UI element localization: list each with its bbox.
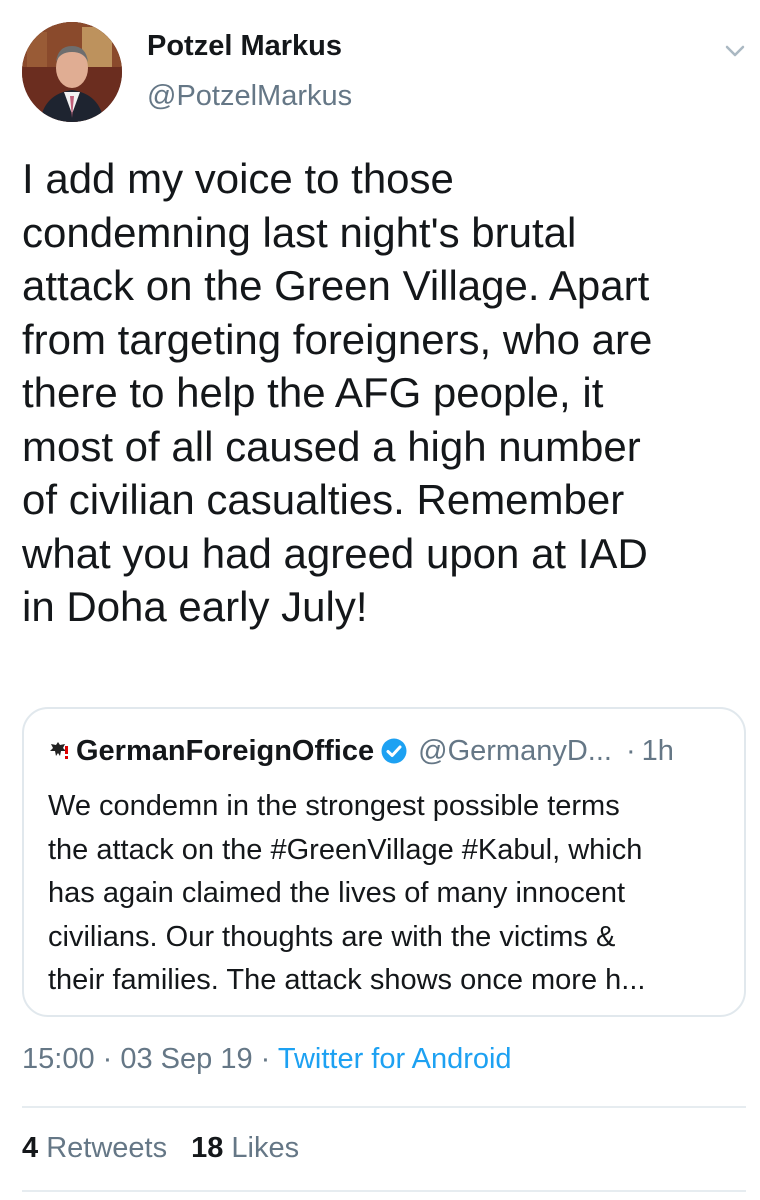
- quoted-text-line: their families. The attack shows once mo…: [48, 964, 646, 996]
- divider: [22, 1190, 746, 1192]
- tweet-meta: 15:00 · 03 Sep 19 · Twitter for Android: [22, 1043, 512, 1076]
- retweets-stat[interactable]: 4 Retweets: [22, 1132, 167, 1164]
- eagle-icon: [50, 742, 68, 759]
- retweets-count: 4: [22, 1132, 39, 1164]
- quoted-text-line: civilians. Our thoughts are with the vic…: [48, 920, 616, 953]
- tweet-text-line: most of all caused a high number: [22, 422, 641, 470]
- likes-count: 18: [191, 1132, 224, 1164]
- quoted-user-name[interactable]: GermanForeignOffice: [76, 735, 374, 768]
- tweet-stats: 4 Retweets 18 Likes: [22, 1132, 299, 1165]
- retweets-label: Retweets: [46, 1132, 168, 1164]
- tweet-text-line: what you had agreed upon at IAD: [22, 529, 648, 577]
- tweet-source-link[interactable]: Twitter for Android: [278, 1043, 512, 1075]
- quoted-user-handle[interactable]: @GermanyD...: [418, 735, 612, 768]
- tweet-text-line: attack on the Green Village. Apart: [22, 262, 650, 309]
- tweet-text-line: from targeting foreigners, who are: [22, 315, 653, 363]
- tweet-text-line: condemning last night's brutal: [22, 208, 577, 256]
- quoted-tweet-time: 1h: [641, 734, 674, 767]
- meta-separator: ·: [94, 1043, 121, 1075]
- divider: [22, 1106, 746, 1108]
- tweet-card: Potzel Markus @PotzelMarkus I add my voi…: [0, 0, 760, 1200]
- quoted-tweet-text: We condemn in the strongest possible ter…: [48, 785, 728, 1003]
- quoted-text-line: has again claimed the lives of many inno…: [48, 877, 626, 909]
- tweet-text-line: in Doha early July!: [22, 583, 368, 630]
- tweet-text-line: I add my voice to those: [22, 155, 454, 202]
- likes-stat[interactable]: 18 Likes: [191, 1132, 299, 1164]
- verified-badge-icon: [381, 738, 407, 764]
- separator-dot: ·: [625, 734, 636, 767]
- tweet-text: I add my voice to those condemning last …: [22, 152, 752, 634]
- tweet-text-line: there to help the AFG people, it: [22, 369, 604, 416]
- likes-label: Likes: [231, 1132, 300, 1164]
- user-name[interactable]: Potzel Markus: [147, 30, 342, 63]
- quoted-tweet-header: GermanForeignOffice @GermanyD... · 1h: [48, 731, 674, 771]
- tweet-text-line: of civilian casualties. Remember: [22, 476, 625, 523]
- tweet-time: 15:00: [22, 1043, 95, 1075]
- profile-photo: [22, 22, 122, 122]
- tweet-date: 03 Sep 19: [120, 1043, 253, 1075]
- chevron-down-icon[interactable]: [720, 36, 750, 66]
- quoted-tweet-card[interactable]: GermanForeignOffice @GermanyD... · 1h We…: [22, 707, 746, 1017]
- user-handle[interactable]: @PotzelMarkus: [147, 80, 352, 113]
- quoted-text-line: the attack on the #GreenVillage #Kabul, …: [48, 833, 643, 866]
- quoted-text-line: We condemn in the strongest possible ter…: [48, 790, 620, 822]
- meta-separator: ·: [252, 1043, 278, 1075]
- avatar[interactable]: [22, 22, 122, 122]
